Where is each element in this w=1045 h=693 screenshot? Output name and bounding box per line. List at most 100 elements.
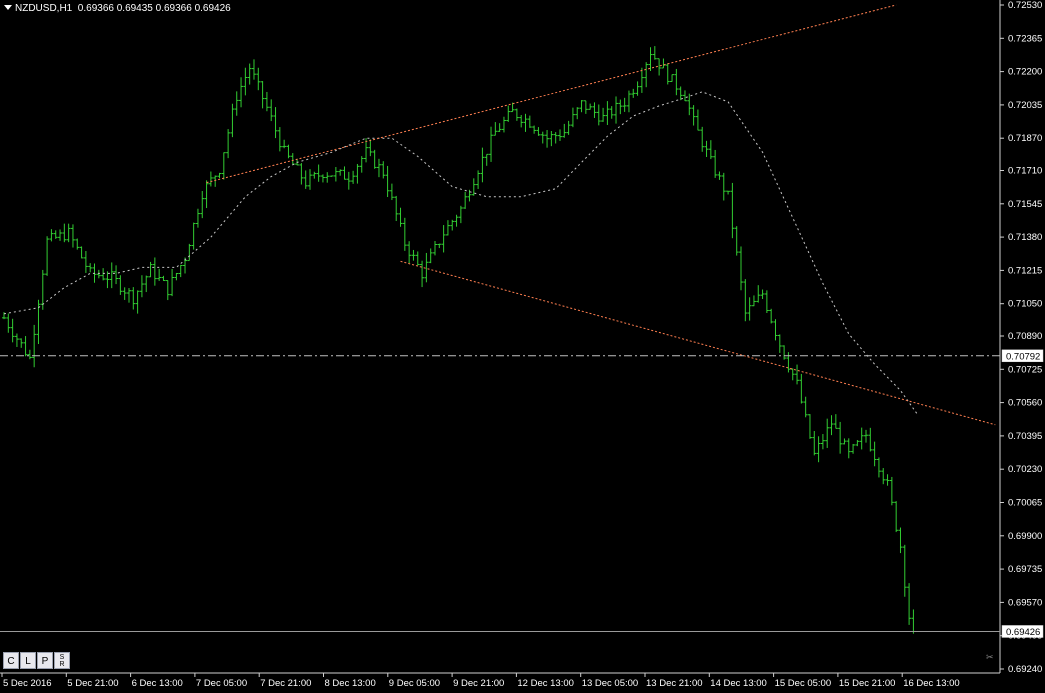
ohlc-bar — [200, 191, 205, 219]
ohlc-bar — [381, 161, 386, 179]
x-tick-label: 13 Dec 21:00 — [646, 678, 703, 689]
ohlc-bar — [428, 248, 433, 264]
y-tick-label: 0.72365 — [1008, 33, 1042, 44]
l-button[interactable]: L — [20, 652, 36, 669]
ohlc-bar — [10, 318, 15, 343]
ohlc-bar — [19, 338, 24, 348]
ohlc-bar — [881, 468, 886, 485]
ohlc-bar — [695, 109, 700, 131]
ohlc-bar — [53, 230, 58, 239]
y-tick-label: 0.69735 — [1008, 564, 1042, 575]
ohlc-bar — [575, 107, 580, 120]
ohlc-bar — [639, 67, 644, 93]
ohlc-bar — [868, 427, 873, 452]
ohlc-bar — [545, 130, 550, 148]
ohlc-bar — [674, 68, 679, 96]
ohlc-bar — [187, 243, 192, 262]
y-tick-label: 0.72035 — [1008, 100, 1042, 111]
s-label: S — [59, 654, 65, 661]
ohlc-bar — [782, 345, 787, 360]
ohlc-bar — [83, 251, 88, 273]
y-tick-label: 0.69570 — [1008, 597, 1042, 608]
ohlc-bar — [807, 414, 812, 439]
ohlc-bar — [139, 275, 144, 298]
ohlc-bar — [376, 158, 381, 178]
ohlc-bar — [273, 107, 278, 139]
ohlc-bar — [126, 288, 131, 303]
ohlc-bar — [622, 97, 627, 112]
y-tick-label: 0.70560 — [1008, 398, 1042, 409]
ohlc-bar — [286, 144, 291, 159]
ohlc-bar — [596, 104, 601, 126]
ohlc-bar — [609, 106, 614, 119]
ohlc-bar — [523, 113, 528, 132]
x-tick-label: 6 Dec 13:00 — [132, 678, 183, 689]
ohlc-bar — [135, 290, 140, 314]
ohlc-bar — [734, 226, 739, 256]
ohlc-bar — [549, 131, 554, 147]
dropdown-triangle-icon[interactable] — [4, 5, 12, 10]
ohlc-bar — [570, 107, 575, 128]
ohlc-bar — [889, 476, 894, 506]
ohlc-bar — [411, 249, 416, 261]
ohlc-bar — [191, 222, 196, 250]
ohlc-bar — [812, 431, 817, 456]
ohlc-bar — [751, 295, 756, 307]
ohlc-bar — [45, 236, 50, 276]
ohlc-bar — [368, 139, 373, 157]
ohlc-bar — [885, 474, 890, 486]
x-tick-label: 5 Dec 21:00 — [67, 678, 118, 689]
ohlc-bar — [497, 123, 502, 132]
ohlc-bar — [532, 125, 537, 134]
ohlc-bar — [652, 46, 657, 60]
price-chart[interactable]: 0.72530 0.72365 0.72200 0.72035 0.71870 0.717… — [0, 0, 1045, 693]
ohlc-bar — [592, 102, 597, 118]
ohlc-bar — [66, 223, 71, 243]
y-tick-label: 0.72530 — [1008, 0, 1042, 11]
y-tick-label: 0.72200 — [1008, 67, 1042, 78]
ohlc-bar — [480, 147, 485, 183]
ohlc-bar — [359, 156, 364, 173]
y-tick-label: 0.71050 — [1008, 299, 1042, 310]
ohlc-bar — [463, 191, 468, 209]
ohlc-bar — [514, 108, 519, 121]
c-button[interactable]: C — [3, 652, 19, 669]
ohlc-bar — [786, 352, 791, 373]
ohlc-bar — [833, 414, 838, 429]
scissors-icon[interactable]: ✂ — [986, 652, 994, 663]
ohlc-bar — [437, 243, 442, 249]
ohlc-bar — [351, 170, 356, 184]
ohlc-readout: 0.69366 0.69435 0.69366 0.69426 — [77, 3, 231, 14]
x-tick-label: 12 Dec 13:00 — [517, 678, 574, 689]
sr-button[interactable]: SR — [54, 652, 70, 669]
ohlc-bar — [894, 501, 899, 533]
ohlc-bar — [109, 262, 114, 289]
quick-toolbar: C L P SR — [3, 652, 70, 669]
ohlc-bar — [648, 47, 653, 71]
ohlc-bar — [251, 59, 256, 80]
ohlc-bar — [277, 127, 282, 152]
ohlc-bar — [243, 67, 248, 96]
ohlc-bar — [721, 172, 726, 201]
trendlines[interactable] — [206, 4, 996, 426]
ohlc-bar — [799, 373, 804, 404]
ohlc-bar — [790, 368, 795, 381]
x-tick-label: 15 Dec 05:00 — [775, 678, 832, 689]
x-tick-label: 9 Dec 21:00 — [453, 678, 504, 689]
ohlc-bar — [217, 172, 222, 179]
ohlc-bar — [346, 171, 351, 190]
ohlc-bar — [626, 90, 631, 113]
y-tick-label: 0.71870 — [1008, 133, 1042, 144]
price-levels[interactable] — [0, 355, 1000, 632]
moving-average — [3, 91, 919, 415]
ohlc-bar — [333, 167, 338, 182]
ohlc-bar — [308, 169, 313, 190]
p-button[interactable]: P — [37, 652, 53, 669]
ohlc-bar — [540, 131, 545, 144]
x-axis: 5 Dec 2016 5 Dec 21:00 6 Dec 13:00 7 Dec 05… — [1, 673, 960, 689]
ohlc-bar — [226, 129, 231, 159]
ohlc-bar — [325, 172, 330, 183]
ohlc-bar — [148, 261, 153, 278]
ohlc-bar — [213, 175, 218, 187]
ohlc-bar — [75, 238, 80, 250]
